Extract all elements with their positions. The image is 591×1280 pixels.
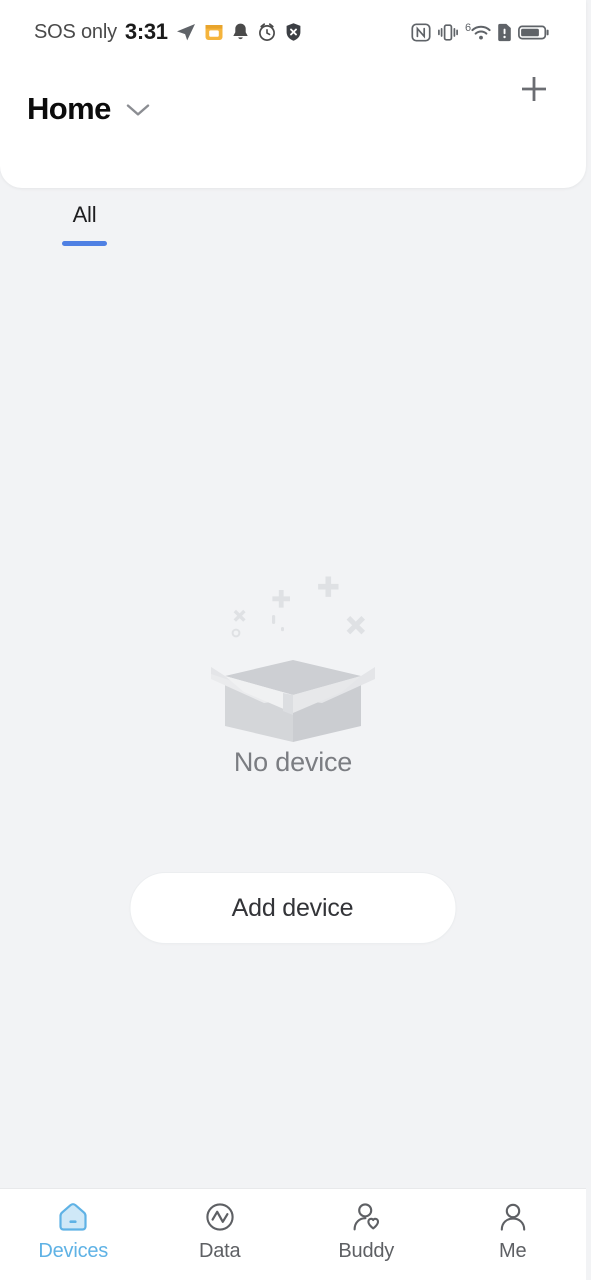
nfc-icon bbox=[411, 22, 431, 42]
nav-item-devices[interactable]: Devices bbox=[0, 1200, 147, 1263]
device-list-area: No device Add device bbox=[0, 246, 591, 1188]
app-screen: SOS only 3:31 6 Home All No device Add d… bbox=[0, 0, 591, 1280]
status-bar-right: 6 bbox=[411, 22, 550, 42]
chevron-down-icon[interactable] bbox=[125, 102, 151, 123]
nav-label-me: Me bbox=[499, 1240, 527, 1262]
home-house-icon bbox=[56, 1200, 90, 1234]
telegram-send-icon bbox=[176, 24, 195, 41]
header-card: SOS only 3:31 6 Home bbox=[0, 0, 586, 188]
page-title: Home bbox=[27, 91, 111, 126]
nav-item-data[interactable]: Data bbox=[147, 1200, 294, 1263]
battery-icon bbox=[518, 25, 549, 39]
pulse-circle-icon bbox=[203, 1200, 237, 1234]
empty-state: No device bbox=[0, 543, 586, 778]
tab-bar: All bbox=[0, 202, 591, 246]
vibrate-icon bbox=[438, 23, 458, 41]
carrier-label: SOS only bbox=[34, 20, 117, 43]
shield-x-icon bbox=[286, 23, 301, 41]
nav-label-data: Data bbox=[199, 1240, 241, 1262]
sim-alert-icon bbox=[498, 23, 511, 41]
status-bar: SOS only 3:31 6 bbox=[0, 0, 586, 64]
person-heart-icon bbox=[349, 1200, 383, 1234]
person-icon bbox=[496, 1200, 530, 1234]
tab-all-label: All bbox=[72, 202, 97, 227]
plus-icon bbox=[517, 72, 551, 109]
nav-label-buddy: Buddy bbox=[338, 1240, 395, 1262]
nav-label-devices: Devices bbox=[38, 1240, 109, 1262]
nav-item-buddy[interactable]: Buddy bbox=[293, 1200, 440, 1263]
empty-state-text: No device bbox=[233, 747, 353, 777]
add-button[interactable] bbox=[512, 68, 556, 112]
empty-box-illustration bbox=[211, 576, 375, 742]
bell-icon bbox=[233, 23, 248, 40]
bottom-navigation: Devices Data Buddy Me bbox=[0, 1188, 586, 1280]
alarm-clock-icon bbox=[258, 23, 275, 41]
nav-item-me[interactable]: Me bbox=[440, 1200, 587, 1263]
status-clock: 3:31 bbox=[124, 19, 168, 44]
tab-all[interactable]: All bbox=[58, 202, 111, 246]
lock-orange-icon bbox=[205, 25, 223, 40]
status-bar-left: SOS only 3:31 bbox=[34, 19, 303, 45]
header-title-row[interactable]: Home bbox=[0, 92, 586, 126]
wifi-6-icon: 6 bbox=[465, 22, 491, 42]
add-device-button[interactable]: Add device bbox=[129, 872, 456, 944]
